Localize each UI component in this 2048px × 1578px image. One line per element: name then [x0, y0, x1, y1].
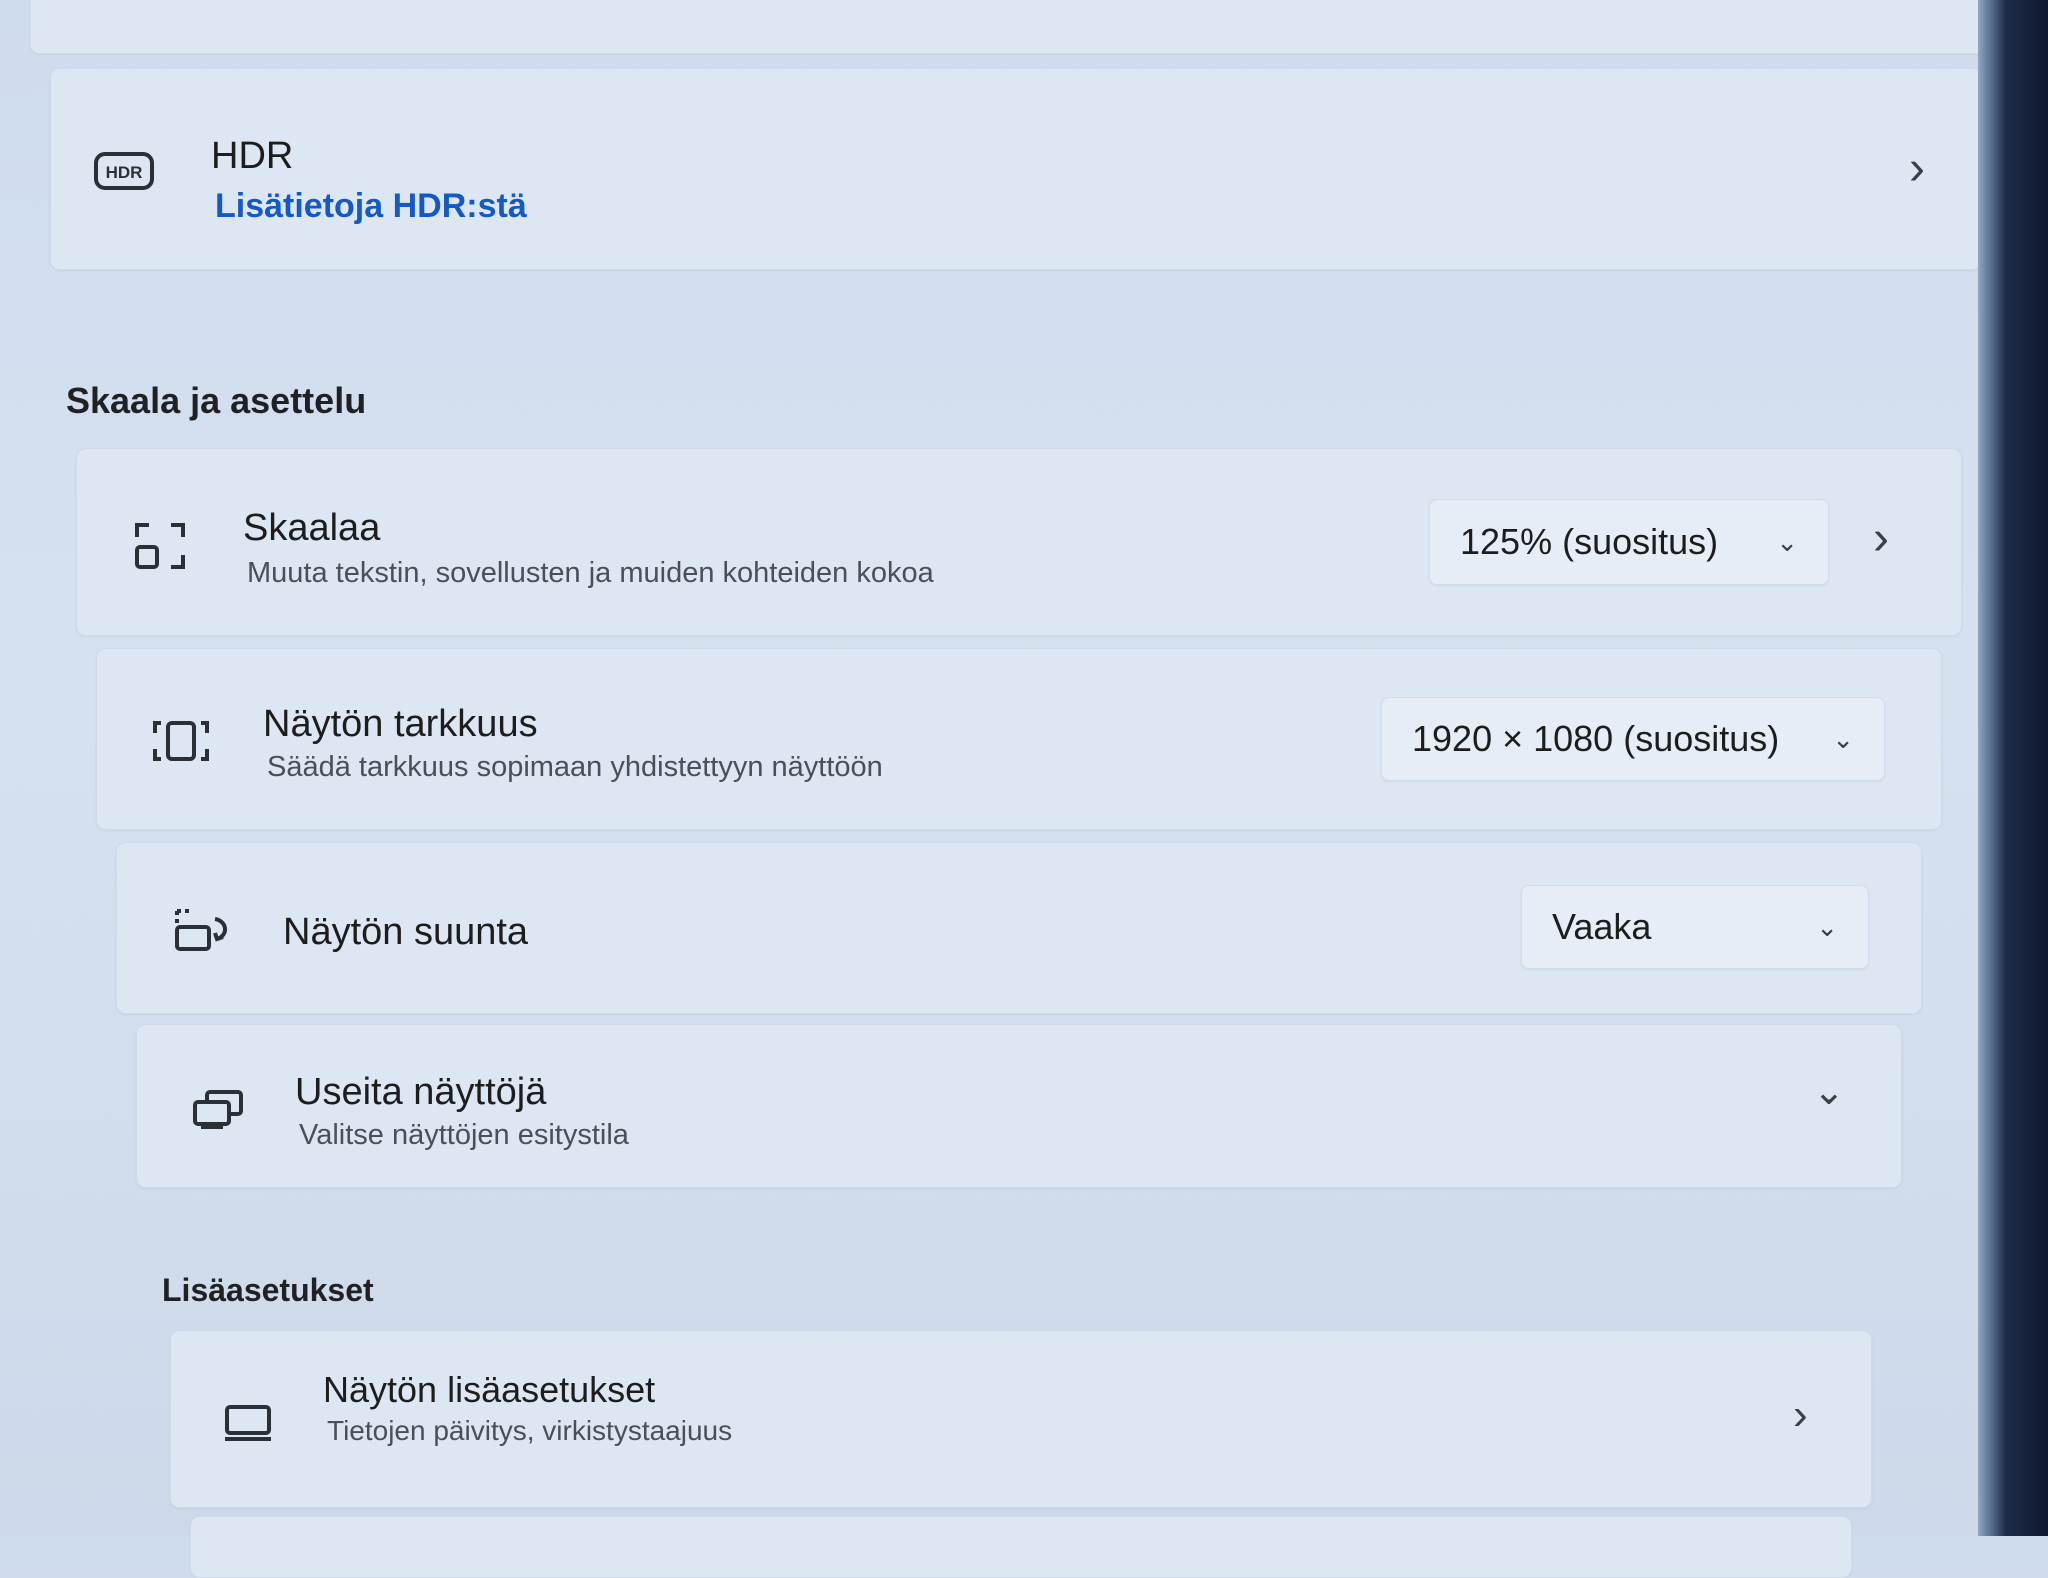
hdr-icon: HDR — [93, 151, 155, 191]
orientation-icon — [171, 907, 231, 953]
hdr-title: HDR — [211, 135, 294, 177]
advanced-display-subtitle: Tietojen päivitys, virkistystaajuus — [327, 1415, 733, 1446]
chevron-down-icon: ⌄ — [1816, 911, 1838, 942]
chevron-right-icon[interactable]: › — [1909, 145, 1925, 193]
related-settings-heading: Lisäasetukset — [162, 1272, 374, 1308]
orientation-card[interactable]: Näytön suunta Vaaka ⌄ — [116, 842, 1922, 1014]
scale-title: Skaalaa — [243, 507, 381, 549]
resolution-title: Näytön tarkkuus — [263, 703, 538, 745]
hdr-card[interactable]: HDR HDR Lisätietoja HDR:stä › — [50, 68, 1982, 270]
chevron-down-icon: ⌄ — [1832, 723, 1854, 754]
chevron-down-icon[interactable]: ⌄ — [1813, 1073, 1845, 1111]
resolution-dropdown[interactable]: 1920 × 1080 (suositus) ⌄ — [1381, 697, 1885, 781]
resolution-card[interactable]: Näytön tarkkuus Säädä tarkkuus sopimaan … — [96, 648, 1942, 830]
multiple-displays-icon — [191, 1089, 245, 1129]
scale-icon — [133, 519, 187, 573]
svg-text:HDR: HDR — [106, 163, 143, 182]
resolution-dropdown-value: 1920 × 1080 (suositus) — [1412, 718, 1780, 759]
multiple-displays-title: Useita näyttöjä — [295, 1071, 547, 1113]
next-setting-card[interactable] — [190, 1516, 1852, 1578]
scale-dropdown-value: 125% (suositus) — [1460, 521, 1719, 562]
resolution-subtitle: Säädä tarkkuus sopimaan yhdistettyyn näy… — [267, 751, 883, 783]
orientation-dropdown-value: Vaaka — [1552, 906, 1652, 947]
orientation-title: Näytön suunta — [283, 911, 529, 953]
scale-card[interactable]: Skaalaa Muuta tekstin, sovellusten ja mu… — [76, 448, 1962, 636]
chevron-right-icon[interactable]: › — [1793, 1393, 1808, 1437]
chevron-down-icon: ⌄ — [1776, 526, 1798, 557]
hdr-learn-more-link[interactable]: Lisätietoja HDR:stä — [215, 187, 527, 226]
previous-setting-card[interactable] — [30, 0, 2002, 54]
orientation-dropdown[interactable]: Vaaka ⌄ — [1521, 885, 1869, 969]
monitor-icon — [223, 1403, 273, 1443]
scale-layout-heading: Skaala ja asettelu — [66, 380, 367, 421]
resolution-icon — [151, 717, 211, 765]
multiple-displays-card[interactable]: Useita näyttöjä Valitse näyttöjen esitys… — [136, 1024, 1902, 1188]
advanced-display-card[interactable]: Näytön lisäasetukset Tietojen päivitys, … — [170, 1330, 1872, 1508]
multiple-displays-subtitle: Valitse näyttöjen esitystila — [299, 1119, 629, 1151]
screen-bezel — [1978, 0, 2048, 1536]
advanced-display-title: Näytön lisäasetukset — [323, 1369, 656, 1410]
scale-subtitle: Muuta tekstin, sovellusten ja muiden koh… — [247, 557, 934, 589]
scale-dropdown[interactable]: 125% (suositus) ⌄ — [1429, 499, 1829, 585]
chevron-right-icon[interactable]: › — [1873, 515, 1889, 563]
